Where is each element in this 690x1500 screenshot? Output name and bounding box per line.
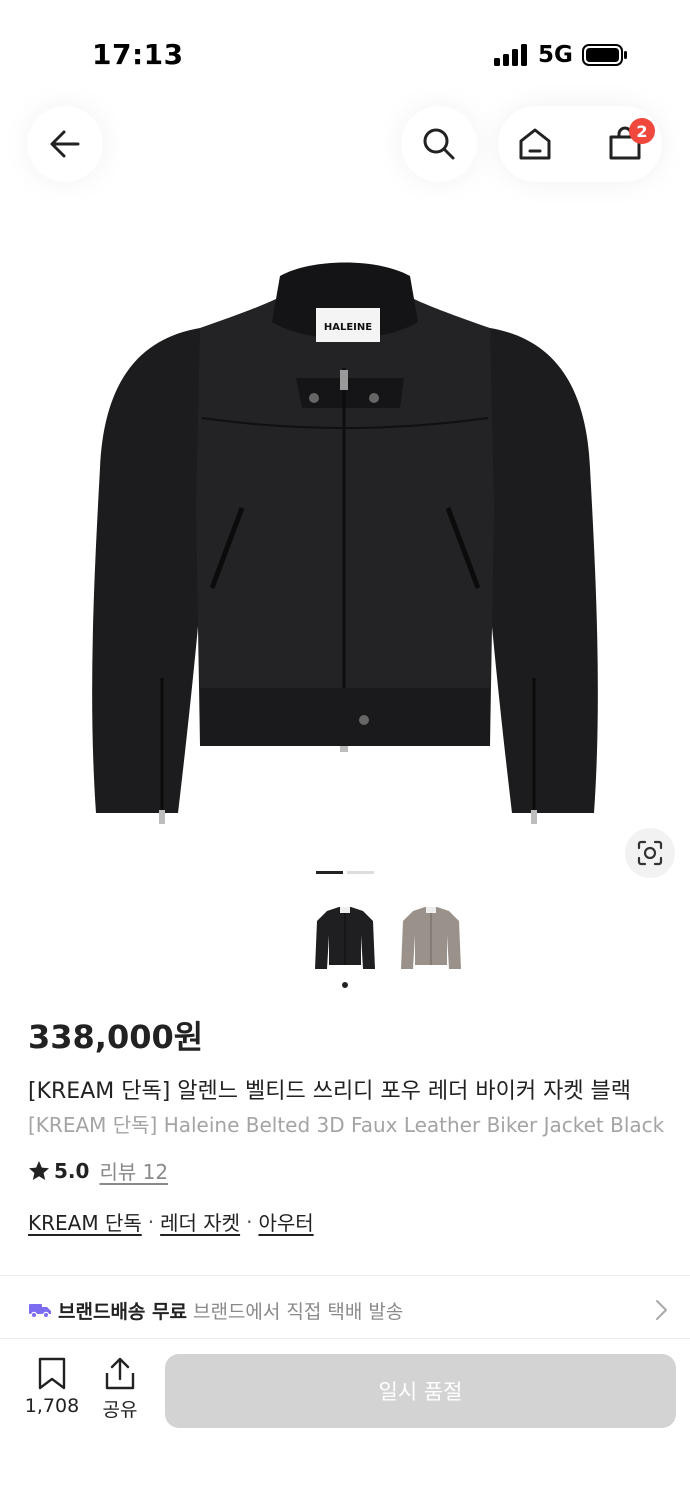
jacket-thumbnail-gray [401, 907, 461, 969]
share-icon [105, 1357, 135, 1390]
brand-label: HALEINE [324, 322, 372, 333]
tag-leather-jacket[interactable]: 레더 자켓 [160, 1207, 240, 1236]
image-search-button[interactable] [625, 828, 675, 878]
cart-count-badge: 2 [629, 118, 655, 144]
selected-swatch-dot [342, 982, 348, 988]
home-icon [519, 128, 551, 160]
arrow-left-icon [50, 130, 80, 158]
image-pager-indicator [316, 871, 374, 875]
delivery-info-row[interactable]: 브랜드배송 무료 브랜드에서 직접 택배 발송 [28, 1290, 668, 1330]
category-tags: KREAM 단독 · 레더 자켓 · 아우터 [28, 1207, 314, 1236]
header-action-group: 2 [498, 106, 662, 182]
bookmark-icon [38, 1357, 66, 1390]
tag-separator: · [147, 1209, 155, 1234]
sold-out-button[interactable]: 일시 품절 [165, 1354, 676, 1428]
camera-lens-icon [637, 840, 663, 866]
tag-kream-exclusive[interactable]: KREAM 단독 [28, 1207, 142, 1236]
home-button[interactable] [512, 121, 558, 167]
network-type: 5G [538, 42, 573, 68]
cellular-signal-icon [494, 44, 527, 66]
bottom-action-bar: 1,708 공유 일시 품절 [0, 1338, 690, 1500]
tag-separator: · [246, 1209, 253, 1234]
product-image[interactable]: HALEINE [82, 258, 608, 830]
share-label: 공유 [102, 1399, 138, 1421]
color-option-gray[interactable] [396, 898, 466, 974]
review-count-link[interactable]: 리뷰 12 [99, 1156, 168, 1185]
star-icon [29, 1160, 49, 1180]
product-name-english: [KREAM 단독] Haleine Belted 3D Faux Leathe… [28, 1113, 665, 1137]
delivery-truck-icon [29, 1304, 51, 1319]
color-option-black[interactable] [310, 898, 380, 974]
rating-row: 5.0 리뷰 12 [28, 1156, 168, 1185]
tag-outer[interactable]: 아우터 [258, 1207, 313, 1236]
bookmark-button[interactable]: 1,708 [22, 1357, 82, 1417]
search-icon [423, 128, 455, 160]
delivery-title: 브랜드배송 무료 [58, 1300, 187, 1323]
jacket-thumbnail-black [315, 907, 375, 969]
battery-icon [582, 44, 627, 66]
status-bar: 17:13 5G [0, 0, 690, 100]
bookmark-count: 1,708 [24, 1395, 80, 1417]
chevron-right-icon [656, 1300, 667, 1320]
search-button[interactable] [401, 106, 477, 182]
share-button[interactable]: 공유 [96, 1357, 144, 1422]
section-divider [0, 1275, 690, 1276]
product-name-korean: [KREAM 단독] 알렌느 벨티드 쓰리디 포우 레더 바이커 자켓 블랙 [28, 1079, 632, 1104]
product-price: 338,000원 [28, 1018, 204, 1056]
pager-segment [347, 871, 374, 874]
delivery-description: 브랜드에서 직접 택배 발송 [192, 1300, 404, 1323]
rating-value: 5.0 [54, 1158, 90, 1183]
back-button[interactable] [27, 106, 103, 182]
pager-segment-active [316, 871, 343, 874]
status-time: 17:13 [92, 38, 184, 71]
